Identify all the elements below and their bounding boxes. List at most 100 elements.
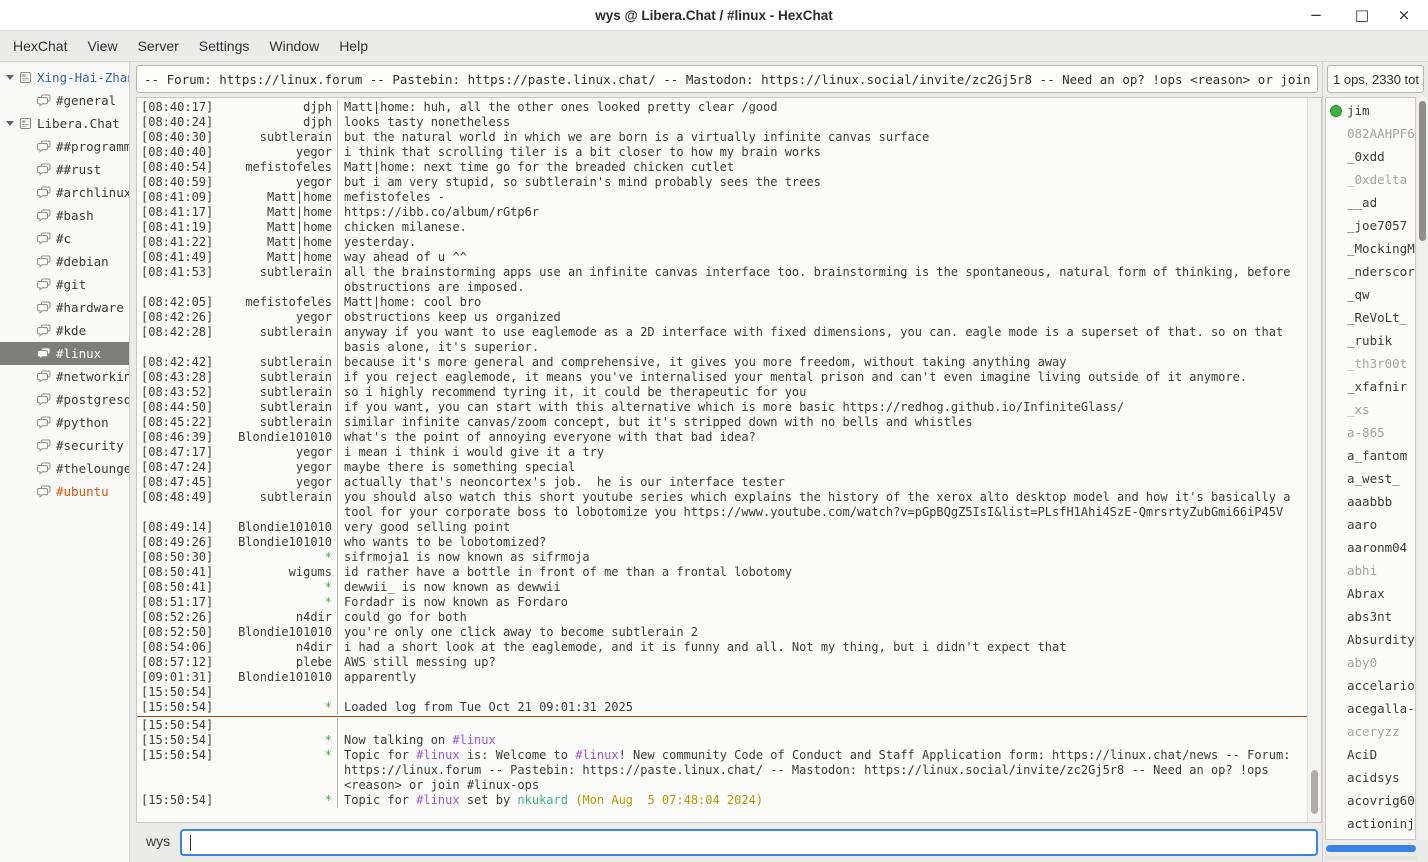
sidebar-item-#linux[interactable]: #linux <box>0 342 129 365</box>
userlist-item[interactable]: _0xdelta <box>1326 168 1415 191</box>
pane-divider-left[interactable] <box>129 62 136 862</box>
tree-server-Xing-Hai-Zhan[interactable]: Xing-Hai-Zhan <box>0 66 129 89</box>
channel-icon <box>37 232 51 245</box>
userlist-item[interactable]: accelario <box>1326 674 1415 697</box>
user-nick: jim <box>1347 103 1370 118</box>
tree-label: Libera.Chat <box>37 116 120 131</box>
chat-line: [15:50:54]*Loaded log from Tue Oct 21 09… <box>137 700 1307 715</box>
tree-label: #archlinux <box>56 185 129 200</box>
nick: Matt|home <box>237 235 332 250</box>
userlist-item[interactable]: abs3nt <box>1326 605 1415 628</box>
chat-line: [08:54:06]n4diri had a short look at the… <box>137 640 1307 655</box>
own-nick-label: wys <box>146 833 170 849</box>
sidebar-item-#c[interactable]: #c <box>0 227 129 250</box>
userlist-item[interactable]: a_fantom <box>1326 444 1415 467</box>
menu-hexchat[interactable]: HexChat <box>3 34 77 58</box>
sidebar-item-#bash[interactable]: #bash <box>0 204 129 227</box>
sidebar-item-#archlinux[interactable]: #archlinux <box>0 181 129 204</box>
userlist-item[interactable]: aby0 <box>1326 651 1415 674</box>
notice-star: * <box>237 595 332 610</box>
sidebar-item-#networking[interactable]: #networking <box>0 365 129 388</box>
user-nick: _qw <box>1347 287 1370 302</box>
close-button[interactable]: × <box>1386 0 1422 30</box>
channel-icon <box>37 393 51 406</box>
userlist-item[interactable]: _0xdd <box>1326 145 1415 168</box>
menu-server[interactable]: Server <box>128 34 189 58</box>
user-list: jim 082AAHPF6_0xdd_0xdelta__ad_joe7057_Mo… <box>1325 97 1416 840</box>
userlist-item[interactable]: acidsys <box>1326 766 1415 789</box>
nick: yegor <box>237 460 332 475</box>
sidebar-item-#debian[interactable]: #debian <box>0 250 129 273</box>
userlist-item[interactable]: _ReVoLt_ <box>1326 306 1415 329</box>
userlist-item[interactable]: acegalla- <box>1326 697 1415 720</box>
sidebar-item-#hardware[interactable]: #hardware <box>0 296 129 319</box>
userlist-scrollbar[interactable] <box>1417 97 1428 840</box>
menu-help[interactable]: Help <box>329 34 378 58</box>
tree-label: #git <box>56 277 86 292</box>
userlist-item[interactable]: actioninj <box>1326 812 1415 835</box>
userlist-item[interactable]: jim <box>1326 99 1415 122</box>
sidebar-item-#general[interactable]: #general <box>0 89 129 112</box>
tree-label: #python <box>56 415 109 430</box>
sidebar-item-##rust[interactable]: ##rust <box>0 158 129 181</box>
userlist-item[interactable]: aceryzz <box>1326 720 1415 743</box>
topic-input[interactable]: -- Forum: https://linux.forum -- Pastebi… <box>136 65 1318 93</box>
sidebar-item-#security[interactable]: #security <box>0 434 129 457</box>
userlist-item[interactable]: _MockingM <box>1326 237 1415 260</box>
userlist-item[interactable]: Absurdity <box>1326 628 1415 651</box>
userlist-item[interactable]: _th3r00t <box>1326 352 1415 375</box>
maximize-button[interactable]: □ <box>1344 0 1380 30</box>
sidebar-item-##programmi[interactable]: ##programmi <box>0 135 129 158</box>
userlist-item[interactable]: aaro <box>1326 513 1415 536</box>
userlist-item[interactable]: _rubik <box>1326 329 1415 352</box>
timestamp: [08:48:49] <box>137 490 237 520</box>
message-text: apparently <box>337 670 1307 685</box>
timestamp: [08:43:28] <box>137 370 237 385</box>
expander-icon[interactable] <box>6 75 14 80</box>
userlist-item[interactable]: acovrig60 <box>1326 789 1415 812</box>
sidebar-item-#postgresql[interactable]: #postgresql <box>0 388 129 411</box>
chat-frame: [08:40:17]djphMatt|home: huh, all the ot… <box>136 97 1322 823</box>
sidebar-item-#ubuntu[interactable]: #ubuntu <box>0 480 129 503</box>
userlist-hscrollbar[interactable] <box>1325 844 1417 853</box>
userlist-scrollbar-thumb[interactable] <box>1419 101 1426 241</box>
expander-icon[interactable] <box>6 121 14 126</box>
timestamp: [15:50:54] <box>137 733 237 748</box>
userlist-item[interactable]: abhi <box>1326 559 1415 582</box>
user-nick: _th3r00t <box>1347 356 1407 371</box>
userlist-item[interactable]: _joe7057 <box>1326 214 1415 237</box>
chat-line: [08:57:12]plebeAWS still messing up? <box>137 655 1307 670</box>
minimize-button[interactable]: − <box>1298 0 1334 30</box>
sidebar-item-#python[interactable]: #python <box>0 411 129 434</box>
chat-line: [08:46:39]Blondie101010what's the point … <box>137 430 1307 445</box>
menu-view[interactable]: View <box>77 34 127 58</box>
tree-server-LiberaChat[interactable]: Libera.Chat <box>0 112 129 135</box>
message-input[interactable] <box>180 829 1318 856</box>
sidebar-item-#kde[interactable]: #kde <box>0 319 129 342</box>
userlist-item[interactable]: 082AAHPF6 <box>1326 122 1415 145</box>
sidebar-item-#git[interactable]: #git <box>0 273 129 296</box>
menu-bar: HexChatViewServerSettingsWindowHelp <box>0 31 1428 62</box>
chat-line: [08:50:41]wigumsid rather have a bottle … <box>137 565 1307 580</box>
userlist-item[interactable]: Abrax <box>1326 582 1415 605</box>
chat-line: [08:40:59]yegorbut i am very stupid, so … <box>137 175 1307 190</box>
menu-settings[interactable]: Settings <box>189 34 260 58</box>
sidebar-item-#thelounge[interactable]: #thelounge <box>0 457 129 480</box>
userlist-item[interactable]: AciD <box>1326 743 1415 766</box>
userlist-item[interactable]: _xfafnir <box>1326 375 1415 398</box>
userlist-item[interactable]: a-865 <box>1326 421 1415 444</box>
tree-label: #hardware <box>56 300 124 315</box>
chat-scrollbar[interactable] <box>1307 98 1321 822</box>
userlist-item[interactable]: _xs <box>1326 398 1415 421</box>
userlist-item[interactable]: _qw <box>1326 283 1415 306</box>
userlist-item[interactable]: _nderscor <box>1326 260 1415 283</box>
menu-window[interactable]: Window <box>259 34 329 58</box>
userlist-item[interactable]: a_west_ <box>1326 467 1415 490</box>
chat-line: [08:42:28]subtlerainanyway if you want t… <box>137 325 1307 355</box>
chat-line: [08:41:09]Matt|homemefistofeles - <box>137 190 1307 205</box>
userlist-item[interactable]: aaronm04 <box>1326 536 1415 559</box>
chat-scrollbar-thumb[interactable] <box>1311 770 1318 814</box>
userlist-item[interactable]: __ad <box>1326 191 1415 214</box>
userlist-item[interactable]: aaabbb <box>1326 490 1415 513</box>
userlist-hscrollbar-thumb[interactable] <box>1326 845 1416 852</box>
